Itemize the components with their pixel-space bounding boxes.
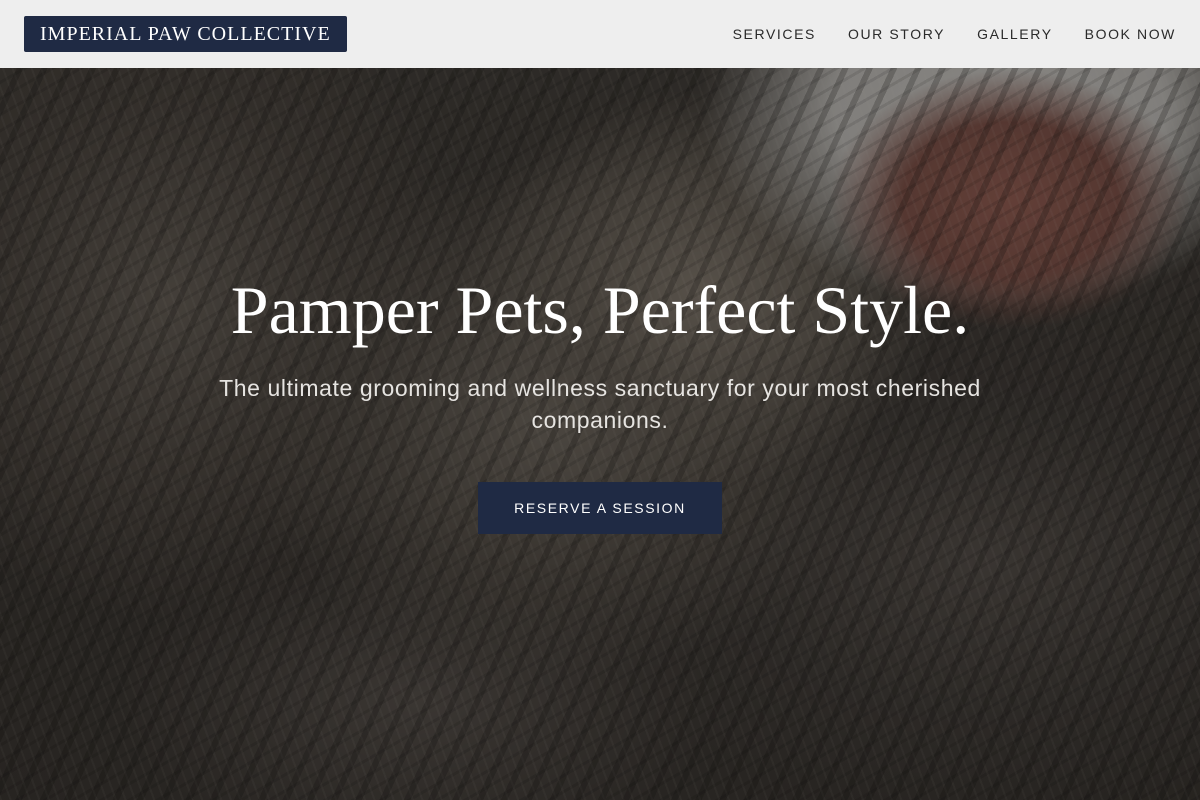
hero-headline: Pamper Pets, Perfect Style.	[230, 272, 970, 348]
site-header: IMPERIAL PAW COLLECTIVE SERVICES OUR STO…	[0, 0, 1200, 68]
main-nav: SERVICES OUR STORY GALLERY BOOK NOW	[733, 26, 1176, 42]
nav-link-services[interactable]: SERVICES	[733, 26, 816, 42]
nav-link-our-story[interactable]: OUR STORY	[848, 26, 945, 42]
hero-section: Pamper Pets, Perfect Style. The ultimate…	[0, 268, 1200, 534]
hero-subheadline: The ultimate grooming and wellness sanct…	[219, 375, 981, 433]
nav-link-book-now[interactable]: BOOK NOW	[1085, 26, 1176, 42]
reserve-session-button[interactable]: RESERVE A SESSION	[478, 482, 722, 534]
brand-logo[interactable]: IMPERIAL PAW COLLECTIVE	[24, 16, 347, 52]
nav-link-gallery[interactable]: GALLERY	[977, 26, 1053, 42]
